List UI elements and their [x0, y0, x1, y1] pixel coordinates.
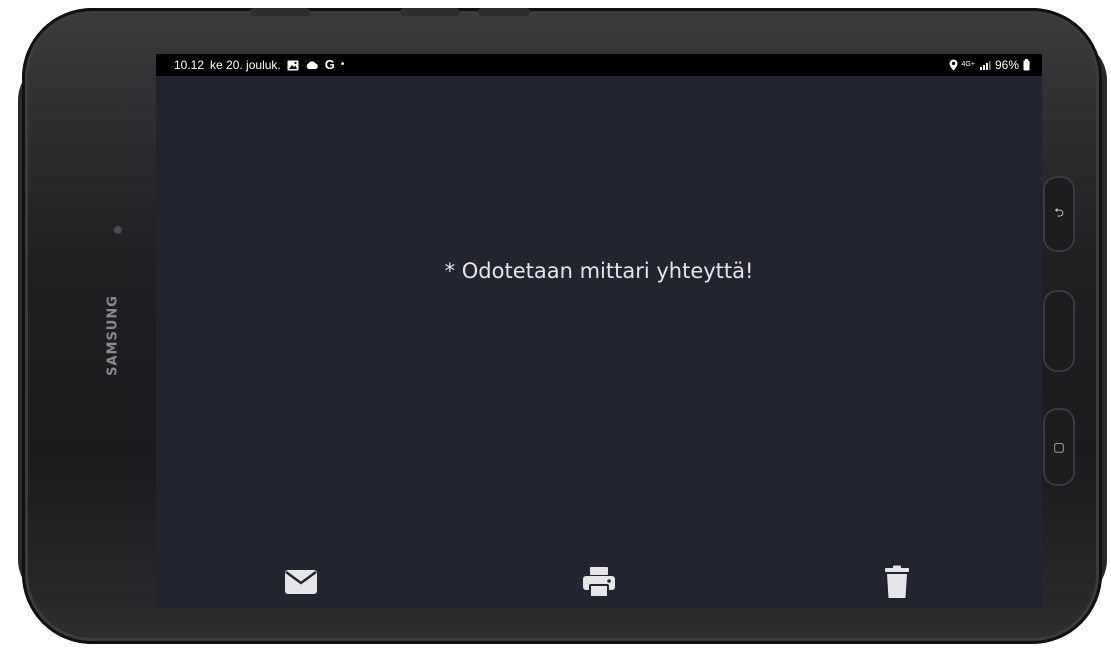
google-icon: G [324, 57, 335, 72]
battery-percent: 96% [994, 58, 1019, 72]
recents-key[interactable]: ▢ [1043, 408, 1075, 486]
printer-icon [583, 567, 615, 598]
tablet-device: SAMSUNG ⮌ ▢ 10.12 ke 20. jouluk. G • 4G+… [0, 0, 1111, 649]
location-icon [949, 59, 958, 71]
waiting-message: * Odotetaan mittari yhteyttä! [444, 259, 754, 283]
top-button-volume-down [478, 8, 530, 16]
recents-icon: ▢ [1053, 440, 1065, 454]
top-button-volume-up [400, 8, 460, 16]
back-key[interactable]: ⮌ [1043, 176, 1075, 252]
top-button-left [250, 8, 310, 16]
home-key[interactable] [1043, 290, 1075, 372]
battery-icon [1023, 59, 1030, 71]
status-bar: 10.12 ke 20. jouluk. G • 4G+ 96% [156, 54, 1042, 76]
gallery-icon [287, 60, 299, 71]
status-time: 10.12 [174, 58, 205, 72]
print-button[interactable] [579, 564, 619, 600]
status-right: 4G+ 96% [949, 54, 1030, 76]
front-camera [114, 226, 122, 234]
back-icon: ⮌ [1054, 205, 1064, 220]
network-icon: 4G+ [961, 61, 975, 68]
delete-button[interactable] [877, 564, 917, 600]
screen: 10.12 ke 20. jouluk. G • 4G+ 96% * Odote… [156, 54, 1042, 608]
status-left: 10.12 ke 20. jouluk. G • [174, 54, 344, 76]
envelope-icon [285, 570, 317, 594]
dot-icon: • [340, 59, 345, 70]
signal-icon [979, 60, 991, 71]
brand-logo: SAMSUNG [105, 295, 121, 376]
cloud-icon [305, 60, 319, 70]
email-button[interactable] [281, 564, 321, 600]
status-date: ke 20. jouluk. [210, 58, 281, 72]
trash-icon [885, 565, 909, 598]
